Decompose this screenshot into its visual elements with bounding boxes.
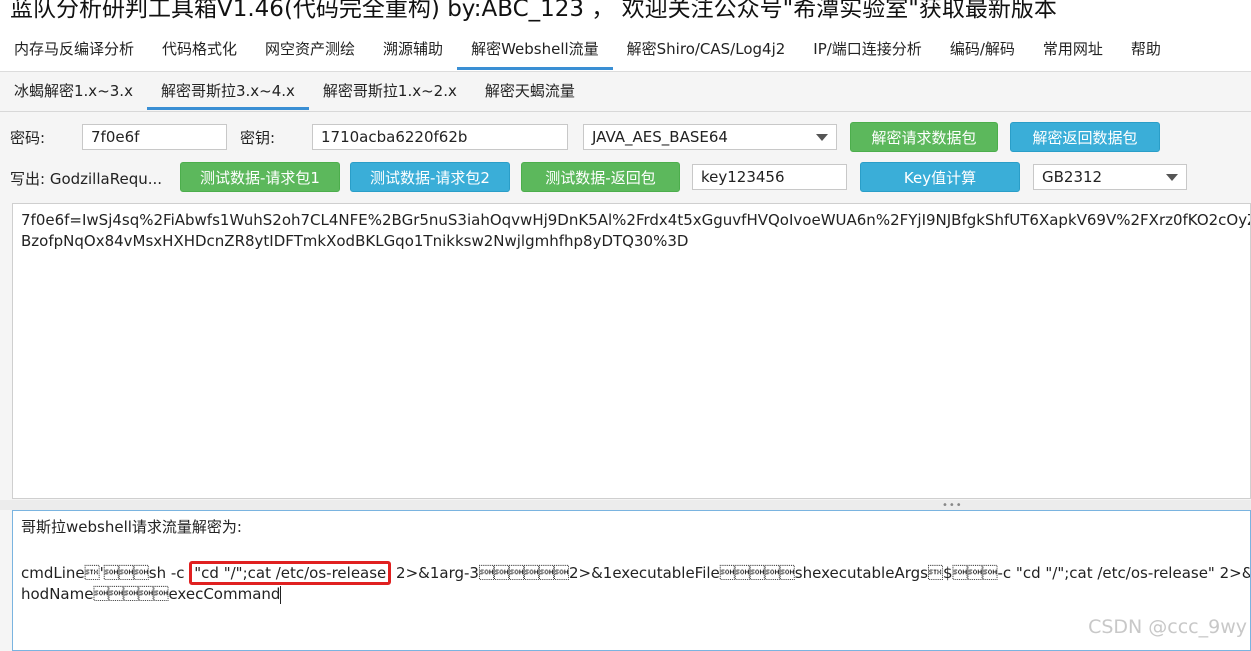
chevron-down-icon [1166,174,1178,181]
output-heading: 哥斯拉webshell请求流量解密为: [21,518,242,536]
subtab-godzilla-1-2[interactable]: 解密哥斯拉1.x~2.x [309,72,471,110]
tab-encode-decode[interactable]: 编码/解码 [936,26,1029,70]
test-response-button[interactable]: 测试数据-返回包 [521,162,680,192]
password-field[interactable]: 7f0e6f [82,124,227,150]
subtab-tianxie[interactable]: 解密天蝎流量 [471,72,589,110]
text-caret [280,585,282,604]
main-menu-tabs: 内存马反编译分析 代码格式化 网空资产测绘 溯源辅助 解密Webshell流量 … [0,26,1251,72]
tab-common-urls[interactable]: 常用网址 [1029,26,1117,70]
tab-decrypt-shiro[interactable]: 解密Shiro/CAS/Log4j2 [613,26,800,70]
decrypted-output-area[interactable]: 哥斯拉webshell请求流量解密为: cmdLine'sh -c "c… [12,510,1251,651]
crypto-select[interactable]: JAVA_AES_BASE64 [583,124,837,150]
chevron-down-icon [816,134,828,141]
output-line-prefix: cmdLine'sh -c [21,564,190,582]
password-label: 密码: [10,129,46,147]
decrypt-response-button[interactable]: 解密返回数据包 [1010,122,1160,152]
pane-splitter[interactable]: ••• [0,500,1251,511]
input-line: 7f0e6f=IwSj4sq%2FiAbwfs1WuhS2oh7CL4NFE%2… [21,211,1251,229]
test-request-2-button[interactable]: 测试数据-请求包2 [350,162,510,192]
tab-memshell-decompile[interactable]: 内存马反编译分析 [0,26,148,70]
watermark: CSDN @ccc_9wy [1088,616,1247,638]
grip-icon: ••• [942,500,963,511]
key-field[interactable]: 1710acba6220f62b [312,124,568,150]
subtab-behinder[interactable]: 冰蝎解密1.x~3.x [0,72,147,110]
crypto-select-value: JAVA_AES_BASE64 [592,128,728,146]
test-request-1-button[interactable]: 测试数据-请求包1 [180,162,340,192]
tab-code-format[interactable]: 代码格式化 [148,26,251,70]
tab-help[interactable]: 帮助 [1117,26,1175,70]
encoding-select-value: GB2312 [1042,168,1103,186]
sub-tabs: 冰蝎解密1.x~3.x 解密哥斯拉3.x~4.x 解密哥斯拉1.x~2.x 解密… [0,72,1251,112]
window-title: 蓝队分析研判工具箱V1.46(代码完全重构) by:ABC_123 ， 欢迎关注… [0,0,1251,26]
output-label: 写出: GodzillaRequ... [10,170,163,188]
subtab-godzilla-3-4[interactable]: 解密哥斯拉3.x~4.x [146,72,309,110]
tab-trace-assist[interactable]: 溯源辅助 [369,26,457,70]
tab-asset-mapping[interactable]: 网空资产测绘 [251,26,369,70]
decrypt-request-button[interactable]: 解密请求数据包 [850,122,998,152]
input-line: BzofpNqOx84vMsxHXHDcnZR8ytIDFTmkXodBKLGq… [21,232,689,250]
key-input[interactable]: key123456 [692,164,847,190]
output-line-suffix: 2>&1arg-32>&1executableFilesh… [396,564,1251,582]
request-input-area[interactable]: 7f0e6f=IwSj4sq%2FiAbwfs1WuhS2oh7CL4NFE%2… [12,203,1251,499]
tab-ip-port[interactable]: IP/端口连接分析 [799,26,936,70]
key-label: 密钥: [240,129,276,147]
highlighted-command: "cd "/";cat /etc/os-release [189,561,392,585]
output-line: hodNameexecCommand [21,584,1242,605]
encoding-select[interactable]: GB2312 [1033,164,1187,190]
tab-decrypt-webshell[interactable]: 解密Webshell流量 [457,26,613,70]
output-line: cmdLine'sh -c "cd "/";cat /etc/os-re… [21,561,1250,585]
key-calc-button[interactable]: Key值计算 [860,162,1020,192]
output-line-2: hodNameexecCommand [21,585,281,603]
